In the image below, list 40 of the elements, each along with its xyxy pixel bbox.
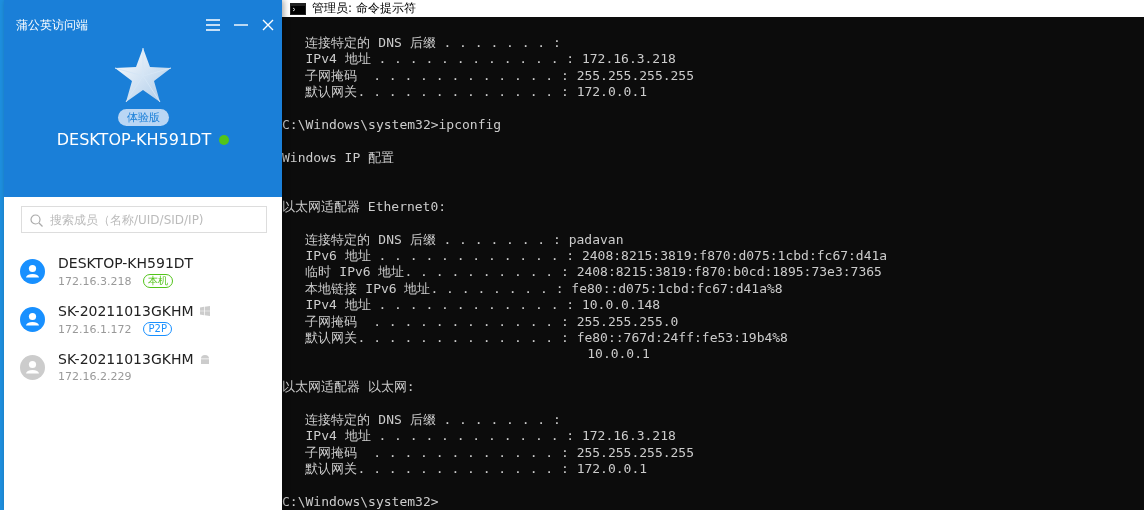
console-line: 10.0.0.1 — [586, 346, 651, 363]
member-item[interactable]: SK-20211013GKHM 172.16.2.229 — [4, 351, 282, 383]
edition-badge: 体验版 — [117, 109, 169, 126]
member-item[interactable]: DESKTOP-KH591DT 172.16.3.218 本机 — [4, 255, 282, 288]
console-line: 连接特定的 DNS 后缀 . . . . . . . : padavan — [304, 231, 625, 249]
app-title: 蒲公英访问端 — [16, 16, 89, 34]
windows-icon — [199, 306, 210, 316]
console-line: IPv6 地址 . . . . . . . . . . . . : 2408:8215:3819:f870:d075:1cbd:fc67:d41a — [304, 248, 889, 265]
console-line: 连接特定的 DNS 后缀 . . . . . . . : — [304, 412, 562, 429]
console-line: IPv4 地址 . . . . . . . . . . . . : 10.0.0.148 — [304, 297, 662, 314]
console-line: 以太网适配器 Ethernet0: — [282, 198, 448, 216]
member-ip: 172.16.1.172 — [58, 322, 132, 336]
console-line: 临时 IPv6 地址. . . . . . . . . . : 2408:8215:3819:f870:b0cd:1895:73e3:7365 — [304, 264, 883, 281]
console-line: 子网掩码 . . . . . . . . . . . . : 255.255.255.0 — [304, 313, 680, 331]
console-line: 默认网关. . . . . . . . . . . . . : fe80::767d:24ff:fe53:19b4%8 — [304, 330, 789, 347]
console-line: 以太网适配器 以太网: — [282, 379, 416, 396]
member-item[interactable]: SK-20211013GKHM 172.16.1.172 P2P — [4, 303, 282, 336]
console-line: C:\Windows\system32>ipconfig — [282, 116, 503, 134]
member-name: SK-20211013GKHM — [58, 303, 194, 319]
console-line: 子网掩码 . . . . . . . . . . . . : 255.255.255.255 — [304, 444, 696, 462]
close-icon[interactable] — [262, 19, 274, 31]
console-line: C:\Windows\system32> — [282, 493, 440, 510]
star-icon — [114, 47, 172, 103]
window-title: 管理员: 命令提示符 — [312, 0, 416, 17]
search-field[interactable]: 搜索成员（名称/UID/SID/IP) — [21, 206, 267, 233]
menu-icon[interactable] — [206, 19, 220, 31]
member-ip: 172.16.2.229 — [58, 370, 132, 383]
console-line: 默认网关. . . . . . . . . . . . . : 172.0.0.1 — [304, 84, 649, 101]
member-ip: 172.16.3.218 — [58, 274, 132, 288]
console-line: 连接特定的 DNS 后缀 . . . . . . . : — [304, 35, 562, 52]
console-line: Windows IP 配置 — [282, 149, 396, 167]
terminal-icon — [290, 2, 306, 15]
device-name: DESKTOP-KH591DT — [56, 130, 212, 149]
member-name: SK-20211013GKHM — [58, 351, 194, 367]
member-name: DESKTOP-KH591DT — [58, 255, 194, 271]
console-line: IPv4 地址 . . . . . . . . . . . . : 172.16.3.218 — [304, 428, 677, 445]
console-line: IPv4 地址 . . . . . . . . . . . . : 172.16.3.218 — [304, 51, 677, 68]
console-line: 子网掩码 . . . . . . . . . . . . : 255.255.255.255 — [304, 67, 696, 85]
console-line: 默认网关. . . . . . . . . . . . . : 172.0.0.1 — [304, 461, 649, 478]
console-line: 本地链接 IPv6 地址. . . . . . . . : fe80::d075:1cbd:fc67:d41a%8 — [304, 280, 784, 298]
